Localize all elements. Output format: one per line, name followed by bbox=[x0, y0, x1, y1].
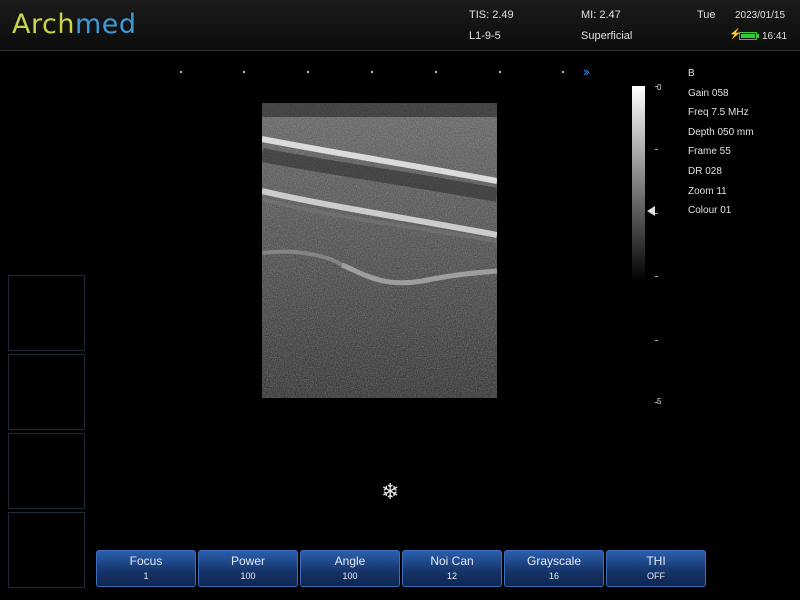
depth-param: Depth 050 mm bbox=[688, 126, 754, 138]
preset-label: Superficial bbox=[581, 30, 633, 42]
softkey-label: Noi Can bbox=[430, 554, 474, 568]
softkey-label: Grayscale bbox=[526, 554, 582, 568]
ultrasound-image[interactable] bbox=[262, 103, 497, 398]
logo-text-med: med bbox=[74, 9, 137, 40]
focus-button[interactable]: Focus 1 bbox=[96, 550, 196, 587]
archmed-logo: Archmed bbox=[12, 9, 137, 40]
thumbnail-slot[interactable] bbox=[8, 275, 85, 351]
thumbnail-slot[interactable] bbox=[8, 512, 85, 588]
parameter-panel: B Gain 058 Freq 7.5 MHz Depth 050 mm Fra… bbox=[688, 64, 754, 221]
thumbnail-slot[interactable] bbox=[8, 354, 85, 430]
depth-label-top: 0 bbox=[657, 83, 662, 92]
thumbnail-slot[interactable] bbox=[8, 433, 85, 509]
softkey-value: 100 bbox=[342, 571, 358, 581]
dr-param: DR 028 bbox=[688, 165, 722, 177]
softkey-value: OFF bbox=[647, 571, 665, 581]
snowflake-icon[interactable]: ❄ bbox=[381, 479, 399, 505]
focus-marker[interactable] bbox=[647, 206, 655, 216]
softkey-label: Focus bbox=[129, 554, 163, 568]
battery-icon bbox=[739, 32, 759, 40]
double-chevron-right-icon: ›› bbox=[583, 64, 590, 79]
softkey-value: 100 bbox=[240, 571, 256, 581]
probe-label: L1-9-5 bbox=[469, 30, 501, 42]
angle-button[interactable]: Angle 100 bbox=[300, 550, 400, 587]
date-label: 2023/01/15 bbox=[735, 10, 786, 21]
noise-cancel-button[interactable]: Noi Can 12 bbox=[402, 550, 502, 587]
colour-param: Colour 01 bbox=[688, 205, 732, 217]
depth-scale: 0 5 bbox=[655, 83, 665, 406]
grayscale-button[interactable]: Grayscale 16 bbox=[504, 550, 604, 587]
tis-readout: TIS: 2.49 bbox=[469, 9, 514, 21]
mode-label: B bbox=[688, 68, 695, 79]
freq-param: Freq 7.5 MHz bbox=[688, 107, 749, 119]
clock-label: 16:41 bbox=[762, 31, 788, 42]
frame-param: Frame 55 bbox=[688, 146, 731, 158]
softkey-label: Power bbox=[230, 554, 265, 568]
softkey-value: 12 bbox=[446, 571, 457, 581]
softkey-label: Angle bbox=[334, 554, 366, 568]
header-bar: Archmed TIS: 2.49 MI: 2.47 Tue 2023/01/1… bbox=[0, 0, 800, 51]
mi-readout: MI: 2.47 bbox=[581, 9, 621, 21]
battery-fill bbox=[741, 34, 755, 38]
depth-label-bottom: 5 bbox=[657, 397, 662, 406]
zoom-param: Zoom 11 bbox=[688, 185, 727, 197]
cine-thumbnails bbox=[8, 275, 85, 591]
logo-text-arch: Arch bbox=[12, 9, 75, 40]
softkey-value: 1 bbox=[143, 571, 149, 581]
grayscale-bar bbox=[632, 86, 645, 282]
softkey-label: THI bbox=[646, 554, 666, 568]
thi-button[interactable]: THI OFF bbox=[606, 550, 706, 587]
power-button[interactable]: Power 100 bbox=[198, 550, 298, 587]
gain-param: Gain 058 bbox=[688, 87, 729, 99]
softkey-value: 16 bbox=[548, 571, 559, 581]
day-label: Tue bbox=[697, 9, 716, 21]
